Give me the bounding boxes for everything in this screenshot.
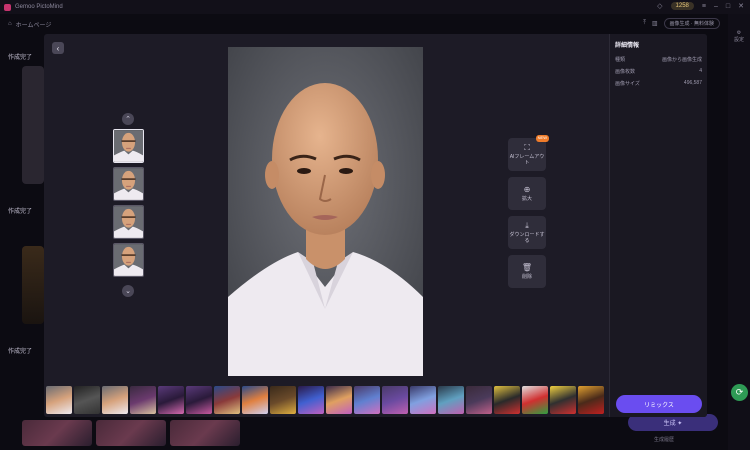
variant-thumbnail[interactable]: [112, 167, 144, 201]
strip-thumbnail[interactable]: [410, 386, 436, 414]
ai-frame-icon: ⛶: [524, 142, 530, 152]
bg-bottom-thumbs: [22, 420, 240, 446]
tool-download-button[interactable]: ⤓ ダウンロードする: [508, 216, 546, 249]
strip-thumbnail[interactable]: [242, 386, 268, 414]
credits-badge[interactable]: 1258: [670, 2, 694, 10]
strip-thumbnail[interactable]: [382, 386, 408, 414]
upload-icon[interactable]: ⤒: [643, 20, 646, 27]
strip-thumbnail[interactable]: [186, 386, 212, 414]
strip-thumbnail[interactable]: [550, 386, 576, 414]
chevron-down-icon[interactable]: ⌄: [122, 285, 134, 297]
new-badge: NEW: [535, 135, 549, 142]
strip-thumbnail[interactable]: [298, 386, 324, 414]
strip-thumbnail[interactable]: [270, 386, 296, 414]
info-title: 詳細情報: [615, 43, 640, 49]
remix-button[interactable]: リミックス: [616, 395, 702, 413]
info-row: 画像サイズ 496,587: [615, 80, 702, 87]
menu-icon[interactable]: ≡: [702, 3, 706, 10]
home-icon: ⌂: [8, 21, 12, 27]
strip-thumbnail[interactable]: [214, 386, 240, 414]
titlebar-controls: ◇ 1258 ≡ – □ ✕: [657, 2, 744, 10]
maximize-icon[interactable]: □: [726, 3, 730, 10]
strip-thumbnail[interactable]: [438, 386, 464, 414]
info-value: 4: [699, 68, 702, 74]
bg-section-title-3: 作成完了: [8, 349, 33, 355]
strip-thumbnail[interactable]: [466, 386, 492, 414]
portrait-illustration: [228, 47, 423, 376]
trash-icon[interactable]: ▥: [652, 20, 658, 27]
zoom-icon: ⊕: [523, 184, 531, 194]
home-label: ホームページ: [15, 22, 52, 29]
variant-thumbnail[interactable]: [112, 205, 144, 239]
bg-thumb: [22, 246, 44, 324]
info-key: 種類: [615, 57, 626, 63]
info-key: 画像枚数: [615, 69, 636, 75]
strip-thumbnail[interactable]: [158, 386, 184, 414]
title-bar: Gemoo PictoMind ◇ 1258 ≡ – □ ✕: [0, 0, 750, 14]
tool-label: ダウンロードする: [509, 232, 545, 245]
image-viewer-modal: ‹ ⌃ ⌄ ⛶ AIフレームアウト NEW ⊕ 拡大 ⤓ ダウンロードする 🗑 …: [44, 34, 707, 417]
tool-column: ⛶ AIフレームアウト NEW ⊕ 拡大 ⤓ ダウンロードする 🗑 削除: [508, 135, 549, 294]
strip-thumbnail[interactable]: [102, 386, 128, 414]
close-icon[interactable]: ✕: [738, 2, 744, 10]
download-icon: ⤓: [525, 220, 529, 230]
strip-thumbnail[interactable]: [522, 386, 548, 414]
tool-zoom-button[interactable]: ⊕ 拡大: [508, 177, 546, 210]
info-row: 画像枚数 4: [615, 68, 702, 75]
bg-history-note: 生成履歴: [654, 437, 675, 443]
top-nav: ⌂ ホームページ ⤒ ▥ 画像生成 · 無料体験: [0, 14, 750, 34]
gift-icon[interactable]: ◇: [657, 2, 662, 10]
bg-section-title-1: 作成完了: [8, 55, 33, 61]
strip-thumbnail[interactable]: [74, 386, 100, 414]
strip-thumbnail[interactable]: [354, 386, 380, 414]
minimize-icon[interactable]: –: [714, 3, 718, 10]
info-row: 種類 画像から画像生成: [615, 56, 702, 63]
back-button[interactable]: ‹: [52, 42, 64, 54]
free-trial-pill[interactable]: 画像生成 · 無料体験: [663, 18, 720, 29]
chevron-up-icon[interactable]: ⌃: [122, 113, 134, 125]
variant-thumbnail[interactable]: [112, 243, 144, 277]
home-link[interactable]: ⌂ ホームページ: [8, 20, 51, 29]
window-title: Gemoo PictoMind: [15, 4, 63, 10]
strip-thumbnail[interactable]: [494, 386, 520, 414]
variant-thumbnail[interactable]: [112, 129, 144, 163]
tool-delete-button[interactable]: 🗑 削除: [508, 255, 546, 288]
assistant-fab-icon[interactable]: ⟳: [731, 384, 748, 401]
info-key: 画像サイズ: [615, 81, 640, 87]
strip-thumbnail[interactable]: [326, 386, 352, 414]
info-panel: 詳細情報 種類 画像から画像生成画像枚数 4 画像サイズ 496,587 リミックス: [609, 34, 707, 417]
strip-thumbnail[interactable]: [130, 386, 156, 414]
bg-section-title-2: 作成完了: [8, 209, 33, 215]
main-image: [228, 47, 423, 376]
tool-label: AIフレームアウト: [509, 154, 545, 167]
sidebar-label: 設定: [733, 37, 744, 43]
tool-ai-frame-button[interactable]: ⛶ AIフレームアウト NEW: [508, 135, 549, 171]
bg-thumb: [22, 66, 44, 184]
info-value: 496,587: [683, 80, 702, 86]
strip-thumbnail[interactable]: [46, 386, 72, 414]
tool-label: 拡大: [521, 196, 532, 203]
delete-icon: 🗑: [521, 262, 533, 272]
strip-thumbnail[interactable]: [578, 386, 604, 414]
app-logo-icon: [4, 3, 11, 11]
image-strip: [46, 386, 608, 416]
info-value: 画像から画像生成: [661, 57, 702, 63]
variant-thumbnails: ⌃ ⌄: [112, 113, 144, 297]
tool-label: 削除: [521, 274, 532, 281]
